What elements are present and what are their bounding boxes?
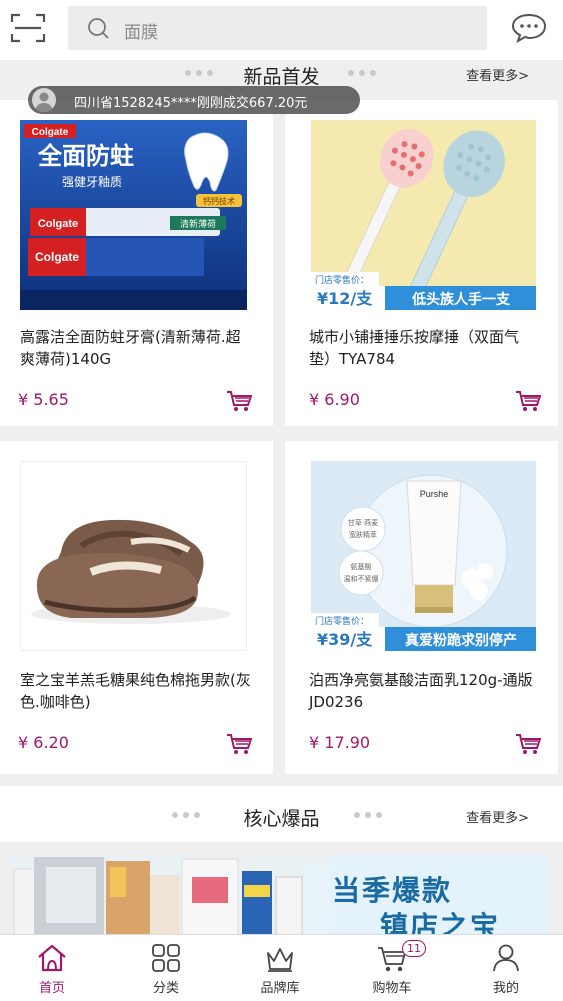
user-icon	[35, 92, 53, 112]
svg-text:氨基酸: 氨基酸	[351, 562, 372, 571]
top-bar: 面膜	[0, 0, 563, 60]
tab-label: 我的	[492, 981, 519, 996]
product-image-massager: 门店零售价： ¥12/支 低头族人手一支	[311, 120, 536, 310]
tab-label: 购物车	[372, 981, 412, 996]
image-flavor-text: 清新薄荷	[180, 218, 216, 230]
view-more-new-link[interactable]: 查看更多>	[466, 65, 529, 84]
dots-decoration-right	[348, 70, 376, 76]
view-more-core-link[interactable]: 查看更多>	[466, 807, 529, 826]
product-card[interactable]: 室之宝羊羔毛糖果纯色棉拖男款(灰色.咖啡色) ¥ 6.20	[0, 441, 273, 774]
dots-decoration-right	[354, 812, 382, 818]
product-price: ¥ 17.90	[309, 733, 371, 752]
add-to-cart-icon[interactable]	[226, 390, 252, 412]
scan-icon[interactable]	[10, 12, 46, 44]
image-slogan-text: 低头族人手一支	[411, 291, 511, 308]
product-image-toothpaste: Colgate 全面防蛀 强健牙釉质 钙钙技术 Colgate 清新薄荷 Col…	[20, 120, 247, 310]
chat-icon[interactable]	[510, 12, 548, 44]
search-input[interactable]: 面膜	[68, 6, 487, 50]
avatar	[32, 88, 56, 112]
product-price: ¥ 6.90	[309, 390, 360, 409]
product-card[interactable]: Colgate 全面防蛀 强健牙釉质 钙钙技术 Colgate 清新薄荷 Col…	[0, 100, 273, 426]
promo-banner[interactable]: 当季爆款 镇店之宝	[10, 855, 547, 935]
tab-category[interactable]: 分类	[126, 935, 206, 1001]
image-brand-text: Colgate	[32, 127, 69, 138]
product-name[interactable]: 室之宝羊羔毛糖果纯色棉拖男款(灰色.咖啡色)	[20, 669, 252, 713]
user-icon	[493, 944, 519, 972]
store-price-label: 门店零售价：	[315, 274, 369, 286]
svg-text:宽肤精萃: 宽肤精萃	[349, 530, 377, 539]
add-to-cart-icon[interactable]	[515, 390, 541, 412]
product-price: ¥ 5.65	[18, 390, 69, 409]
svg-text:Colgate: Colgate	[38, 218, 78, 230]
image-tag-text: 钙钙技术	[203, 196, 235, 206]
tab-mine[interactable]: 我的	[466, 935, 546, 1001]
product-price: ¥ 6.20	[18, 733, 69, 752]
product-name[interactable]: 泊西净亮氨基酸洁面乳120g-通版JD0236	[309, 669, 541, 713]
bottom-tab-bar: 首页 分类 品牌库 11 购物车 我的	[0, 934, 563, 1001]
product-image-slippers	[20, 461, 247, 651]
store-price-label: 门店零售价：	[315, 615, 369, 627]
svg-text:Colgate: Colgate	[35, 250, 79, 264]
svg-text:温和不紧绷: 温和不紧绷	[344, 574, 379, 583]
svg-text:甘草·燕麦: 甘草·燕麦	[348, 518, 378, 527]
product-card[interactable]: 门店零售价： ¥12/支 低头族人手一支 城市小铺捶捶乐按摩捶（双面气垫）TYA…	[285, 100, 558, 426]
recent-order-toast: 四川省1528245****刚刚成交667.20元	[28, 86, 360, 114]
banner-slogan-line2: 镇店之宝	[380, 910, 501, 935]
toast-text: 四川省1528245****刚刚成交667.20元	[74, 96, 308, 111]
search-icon	[88, 18, 109, 39]
image-headline-text: 全面防蛀	[37, 142, 134, 170]
home-icon	[38, 944, 66, 972]
product-card[interactable]: 甘草·燕麦 宽肤精萃 氨基酸 温和不紧绷 Purshe 门店零售价： ¥39/支…	[285, 441, 558, 774]
search-placeholder: 面膜	[124, 23, 158, 43]
cart-count-badge: 11	[402, 940, 426, 957]
banner-products-image	[10, 855, 330, 935]
image-brand-text: Purshe	[420, 489, 449, 499]
store-price-value: ¥39/支	[317, 630, 373, 649]
add-to-cart-icon[interactable]	[226, 733, 252, 755]
category-icon	[152, 944, 180, 972]
tab-label: 分类	[152, 981, 179, 996]
tab-brands[interactable]: 品牌库	[240, 935, 320, 1001]
tab-cart[interactable]: 11 购物车	[352, 935, 432, 1001]
core-products-header: 核心爆品 查看更多>	[0, 786, 563, 842]
store-price-value: ¥12/支	[317, 289, 373, 308]
tab-label: 品牌库	[260, 981, 300, 996]
product-name[interactable]: 高露洁全面防蛀牙膏(清新薄荷.超爽薄荷)140G	[20, 326, 252, 370]
banner-slogan-line1: 当季爆款	[332, 874, 453, 907]
image-slogan-text: 真爱粉跪求别停产	[405, 632, 517, 649]
add-to-cart-icon[interactable]	[515, 733, 541, 755]
tab-home[interactable]: 首页	[12, 935, 92, 1001]
product-name[interactable]: 城市小铺捶捶乐按摩捶（双面气垫）TYA784	[309, 326, 541, 370]
product-image-cleanser: 甘草·燕麦 宽肤精萃 氨基酸 温和不紧绷 Purshe 门店零售价： ¥39/支…	[311, 461, 536, 651]
image-sub-text: 强健牙釉质	[62, 174, 122, 189]
tab-label: 首页	[38, 981, 65, 996]
crown-icon	[267, 948, 293, 972]
